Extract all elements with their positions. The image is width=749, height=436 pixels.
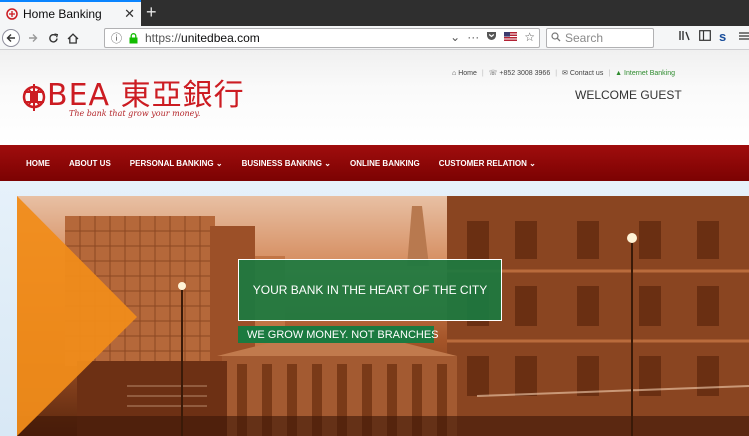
search-icon: [551, 29, 561, 47]
pocket-icon[interactable]: [486, 30, 497, 44]
welcome-text: WELCOME GUEST: [575, 88, 682, 102]
info-icon[interactable]: ⓘ: [111, 30, 125, 46]
browser-tab[interactable]: Home Banking ✕: [0, 0, 141, 26]
library-icon[interactable]: [679, 30, 691, 44]
menu-item-online-banking[interactable]: ONLINE BANKING: [350, 159, 420, 168]
lock-icon: [129, 32, 141, 44]
bea-favicon-icon: [5, 7, 19, 21]
menu-item-personal-banking[interactable]: PERSONAL BANKING ⌄: [130, 159, 223, 168]
main-menu: HOME ABOUT US PERSONAL BANKING ⌄ BUSINES…: [0, 145, 749, 181]
hero-subtitle: WE GROW MONEY. NOT BRANCHES: [238, 326, 439, 343]
page-actions-icon[interactable]: ···: [467, 30, 479, 44]
internet-banking-link[interactable]: ▲ Internet Banking: [615, 70, 675, 77]
bookmark-star-icon[interactable]: ☆: [524, 30, 535, 44]
tab-strip: Home Banking ✕ +: [0, 0, 749, 26]
new-tab-icon[interactable]: +: [146, 2, 157, 22]
menu-item-about-us[interactable]: ABOUT US: [69, 159, 111, 168]
home-icon[interactable]: [66, 29, 80, 47]
phone-link[interactable]: ☏ +852 3008 3966: [489, 69, 551, 77]
contact-link[interactable]: ✉ Contact us: [562, 69, 603, 77]
search-input[interactable]: Search: [546, 28, 654, 48]
search-placeholder: Search: [565, 31, 604, 45]
bea-emblem-icon: [21, 78, 47, 114]
address-bar[interactable]: ⓘ https://unitedbea.com ⌄ ··· ☆: [104, 28, 540, 48]
chevron-down-icon[interactable]: ⌄: [450, 30, 460, 44]
hamburger-menu-icon[interactable]: [739, 30, 749, 44]
hero-title: YOUR BANK IN THE HEART OF THE CITY: [252, 283, 488, 297]
menu-item-home[interactable]: HOME: [26, 159, 50, 168]
hero-banner: YOUR BANK IN THE HEART OF THE CITY WE GR…: [17, 196, 749, 436]
site-header: BEA 東亞銀行 The bank that grow your money. …: [0, 50, 749, 145]
menu-item-business-banking[interactable]: BUSINESS BANKING ⌄: [242, 159, 331, 168]
reload-icon[interactable]: [46, 29, 60, 47]
tab-title: Home Banking: [23, 7, 102, 21]
sidebar-icon[interactable]: [699, 30, 711, 44]
home-link[interactable]: ⌂ Home: [452, 70, 477, 77]
back-arrow-icon[interactable]: [2, 29, 20, 47]
logo-tagline: The bank that grow your money.: [69, 109, 201, 118]
extension-s-icon[interactable]: s: [719, 29, 726, 44]
top-links: ⌂ Home | ☏ +852 3008 3966 | ✉ Contact us…: [452, 69, 676, 78]
web-page: BEA 東亞銀行 The bank that grow your money. …: [0, 50, 749, 436]
bea-logo[interactable]: BEA 東亞銀行 The bank that grow your money.: [21, 78, 245, 122]
navigation-toolbar: ⓘ https://unitedbea.com ⌄ ··· ☆ Search s: [0, 26, 749, 50]
hero-title-box: YOUR BANK IN THE HEART OF THE CITY: [238, 259, 502, 321]
content-area: YOUR BANK IN THE HEART OF THE CITY WE GR…: [0, 181, 749, 436]
url-text: https://unitedbea.com: [145, 31, 260, 45]
forward-arrow-icon[interactable]: [26, 29, 40, 47]
menu-item-customer-relation[interactable]: CUSTOMER RELATION ⌄: [439, 159, 536, 168]
us-flag-icon[interactable]: [504, 30, 518, 44]
close-tab-icon[interactable]: ✕: [124, 6, 135, 22]
